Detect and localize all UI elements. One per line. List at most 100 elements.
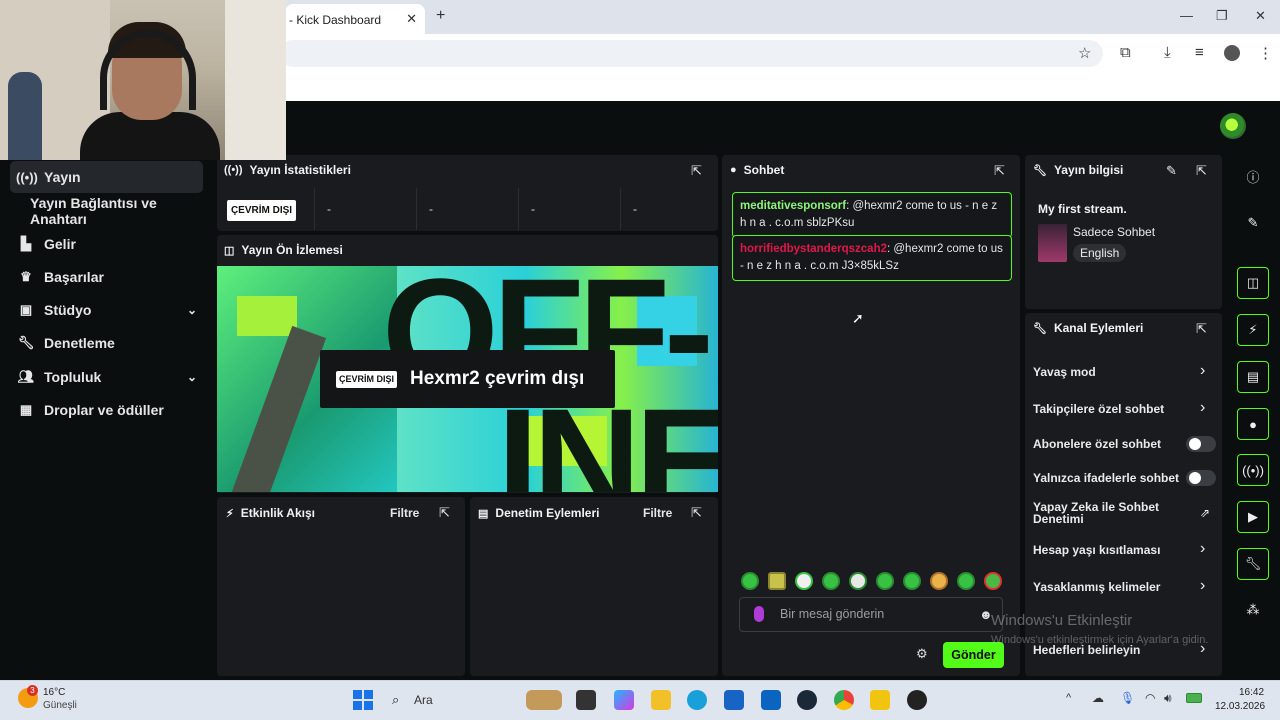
task-view-icon[interactable]	[576, 690, 596, 710]
sidebar-item-denetleme[interactable]: 🔧︎ Denetleme	[10, 327, 203, 359]
expand-icon[interactable]: ⇱	[1196, 321, 1207, 337]
mic-tray-icon[interactable]: 🎙︎	[1120, 691, 1135, 705]
address-bar[interactable]	[280, 40, 1103, 67]
emote-icon[interactable]	[822, 572, 840, 590]
document-icon: ▤	[478, 507, 489, 520]
action-followers-only[interactable]: Takipçilere özel sohbet	[1033, 402, 1164, 416]
media-control-icon[interactable]: ≡	[1195, 44, 1204, 61]
tab-close-icon[interactable]: ✕	[406, 11, 417, 27]
panel-title-text: Yayın bilgisi	[1053, 163, 1124, 177]
clock-time[interactable]: 16:42	[1239, 687, 1264, 698]
pixel-block	[237, 296, 297, 336]
expand-icon[interactable]: ⇱	[994, 163, 1005, 179]
video-icon[interactable]: ▶	[1237, 501, 1269, 533]
windows-start-icon[interactable]	[353, 690, 373, 710]
sidebar-item-yayin[interactable]: ((•)) Yayın	[10, 161, 203, 193]
emote-icon[interactable]	[957, 572, 975, 590]
maximize-button[interactable]: ❐	[1216, 8, 1228, 24]
emote-icon[interactable]	[849, 572, 867, 590]
preview-toggle-icon[interactable]: ◫	[1237, 267, 1269, 299]
sidebar-item-label: Droplar ve ödüller	[44, 402, 164, 418]
action-account-age[interactable]: Hesap yaşı kısıtlaması	[1033, 543, 1160, 557]
external-link-icon[interactable]: ⇗	[1200, 506, 1210, 520]
sidebar-item-topluluk[interactable]: 👥︎ Topluluk ⌄	[10, 361, 203, 393]
chat-message[interactable]: meditativesponsorf: @hexmr2 come to us -…	[732, 192, 1012, 238]
sidebar-item-stream-key[interactable]: Yayın Bağlantısı ve Anahtarı	[24, 195, 214, 227]
bolt-icon[interactable]: ⚡︎	[1237, 314, 1269, 346]
activity-panel	[217, 497, 465, 676]
emote-icon[interactable]	[930, 572, 948, 590]
steam-icon[interactable]	[797, 690, 817, 710]
store-icon[interactable]	[724, 690, 744, 710]
extensions-icon[interactable]: ⧉	[1120, 44, 1131, 61]
sidebar-item-droplar[interactable]: ▦ Droplar ve ödüller	[10, 394, 203, 426]
expand-icon[interactable]: ⇱	[691, 163, 702, 179]
close-window-button[interactable]: ✕	[1255, 8, 1266, 24]
download-icon[interactable]: ⤓	[1164, 44, 1171, 61]
edge-icon[interactable]	[687, 690, 707, 710]
profile-avatar[interactable]	[1224, 45, 1240, 61]
emote-icon[interactable]	[876, 572, 894, 590]
action-banned-words[interactable]: Yasaklanmış kelimeler	[1033, 580, 1160, 594]
browser-tab[interactable]: - Kick Dashboard ✕	[285, 4, 425, 34]
sidebar-item-studyo[interactable]: ▣ Stüdyo ⌄	[10, 294, 203, 326]
cloud-icon[interactable]: ☁	[1092, 691, 1104, 705]
battery-icon[interactable]	[1186, 693, 1202, 703]
chevron-right-icon[interactable]: ›	[1200, 399, 1205, 417]
new-tab-button[interactable]: +	[436, 7, 445, 25]
expand-icon[interactable]: ⇱	[439, 505, 450, 521]
chevron-right-icon[interactable]: ›	[1200, 577, 1205, 595]
sidebar-item-basarilar[interactable]: ♛ Başarılar	[10, 261, 203, 293]
minimize-button[interactable]: —	[1180, 8, 1193, 23]
subscribers-only-toggle[interactable]	[1186, 436, 1216, 452]
background-person	[8, 72, 42, 160]
clock-date[interactable]: 12.03.2026	[1215, 701, 1265, 712]
broadcast-icon[interactable]: ((•))	[1237, 454, 1269, 486]
chevron-right-icon[interactable]: ›	[1200, 540, 1205, 558]
info-icon[interactable]: ⓘ	[1237, 160, 1269, 192]
volume-icon[interactable]: 🔊︎	[1164, 691, 1172, 706]
emote-icon[interactable]	[741, 572, 759, 590]
wrench-icon[interactable]: 🔧︎	[1237, 548, 1269, 580]
obs-icon[interactable]	[907, 690, 927, 710]
taskbar-search[interactable]: Ara	[414, 693, 433, 707]
emote-only-toggle[interactable]	[1186, 470, 1216, 486]
search-icon[interactable]: ⌕	[392, 692, 399, 708]
notification-badge: 3	[27, 685, 38, 696]
emote-icon[interactable]	[795, 572, 813, 590]
outlook-icon[interactable]	[761, 690, 781, 710]
chat-username[interactable]: meditativesponsorf	[740, 200, 846, 212]
user-avatar[interactable]	[1220, 113, 1246, 139]
action-slow-mode[interactable]: Yavaş mod	[1033, 365, 1096, 379]
emote-icon[interactable]	[768, 572, 786, 590]
chat-bubble-icon[interactable]: ●	[1237, 408, 1269, 440]
edit-pencil-icon[interactable]: ✎	[1166, 163, 1177, 179]
more-apps-icon[interactable]: ⁂	[1237, 594, 1269, 626]
chat-input-placeholder: Bir mesaj gönderin	[780, 607, 885, 621]
wifi-icon[interactable]: ◠	[1145, 691, 1155, 705]
chevron-right-icon[interactable]: ›	[1200, 362, 1205, 380]
expand-icon[interactable]: ⇱	[1196, 163, 1207, 179]
app-icon[interactable]	[870, 690, 890, 710]
file-explorer-icon[interactable]	[651, 690, 671, 710]
bookmark-star-icon[interactable]: ☆	[1078, 44, 1091, 62]
edit-pencil-icon[interactable]: ✎	[1237, 207, 1269, 239]
expand-icon[interactable]: ⇱	[691, 505, 702, 521]
gear-icon[interactable]: ⚙	[916, 646, 928, 662]
action-ai-moderation[interactable]: Yapay Zeka ile Sohbet Denetimi	[1033, 501, 1159, 525]
chat-message[interactable]: horrifiedbystanderqszcah2: @hexmr2 come …	[732, 235, 1012, 281]
menu-dots-icon[interactable]: ⋮	[1258, 44, 1273, 62]
chevron-up-icon[interactable]: ^	[1066, 692, 1071, 704]
stat-value: -	[518, 188, 620, 230]
moderation-filter-button[interactable]: Filtre	[643, 506, 672, 520]
activity-filter-button[interactable]: Filtre	[390, 506, 419, 520]
microphone-icon[interactable]	[754, 606, 764, 622]
chrome-icon[interactable]	[834, 690, 854, 710]
document-icon[interactable]: ▤	[1237, 361, 1269, 393]
emote-icon[interactable]	[903, 572, 921, 590]
sidebar-item-gelir[interactable]: ▙ Gelir	[10, 228, 203, 260]
emote-icon[interactable]	[984, 572, 1002, 590]
chat-username[interactable]: horrifiedbystanderqszcah2	[740, 243, 887, 255]
copilot-icon[interactable]	[614, 690, 634, 710]
language-tag: English	[1073, 244, 1127, 262]
